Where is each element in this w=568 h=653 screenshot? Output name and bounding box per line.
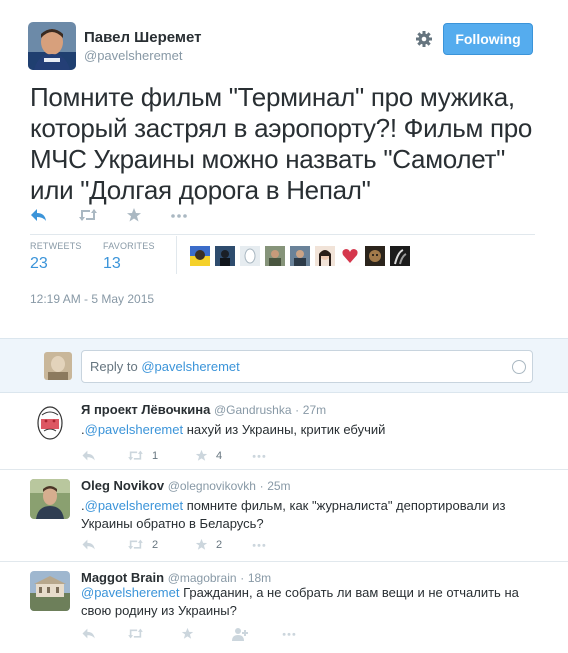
reply-retweet-count: 1: [152, 449, 159, 462]
favorite-icon[interactable]: [126, 207, 142, 225]
tweet-text: Помните фильм "Терминал" про мужика, кот…: [30, 82, 533, 205]
reply-author-handle[interactable]: @magobrain: [168, 571, 237, 585]
following-button[interactable]: Following: [443, 23, 533, 55]
reply-favorite-count: 2: [216, 538, 223, 551]
reply-icon[interactable]: [30, 207, 48, 225]
author-name[interactable]: Павел Шеремет: [84, 29, 202, 46]
reply-composer: Reply to @pavelsheremet: [0, 338, 568, 393]
reply-tweet[interactable]: Я проект Лёвочкина @Gandrushka · 27m .@p…: [0, 394, 568, 470]
favoriter-avatar[interactable]: [290, 246, 310, 266]
author-handle[interactable]: @pavelsheremet: [84, 48, 182, 63]
reply-icon[interactable]: [81, 449, 97, 462]
reply-icon[interactable]: [81, 538, 97, 551]
author-avatar[interactable]: [28, 22, 76, 70]
reply-author[interactable]: Maggot Brain @magobrain · 18m: [81, 570, 271, 585]
reply-author-name[interactable]: Maggot Brain: [81, 570, 164, 585]
more-icon[interactable]: [281, 627, 297, 640]
favorite-icon[interactable]: 4: [195, 449, 222, 462]
retweet-icon[interactable]: 2: [127, 538, 158, 551]
reply-body: нахуй из Украины, критик ебучий: [183, 422, 386, 437]
favoriter-avatar[interactable]: [215, 246, 235, 266]
reply-author-handle[interactable]: @Gandrushka: [214, 403, 292, 417]
reply-time[interactable]: 18m: [248, 571, 271, 585]
reply-tweet[interactable]: Oleg Novikov @olegnovikovkh · 25m .@pave…: [0, 470, 568, 562]
reply-actions: 2 2: [81, 538, 381, 552]
reply-input[interactable]: Reply to @pavelsheremet: [81, 350, 533, 383]
favoriter-avatar[interactable]: [390, 246, 410, 266]
reply-placeholder-prefix: Reply to: [90, 359, 142, 374]
favorite-icon[interactable]: 2: [195, 538, 222, 551]
current-user-avatar: [44, 352, 72, 380]
reply-separator: ·: [295, 403, 300, 417]
retweet-icon[interactable]: [127, 627, 144, 640]
tweet-actions: [30, 207, 230, 227]
gear-icon[interactable]: [414, 29, 434, 49]
favoriter-avatar[interactable]: [190, 246, 210, 266]
tweet-timestamp[interactable]: 12:19 AM - 5 May 2015: [30, 292, 154, 306]
favorites-label: FAVORITES: [103, 241, 155, 251]
favoriter-avatar[interactable]: [365, 246, 385, 266]
favorites-stat[interactable]: FAVORITES 13: [103, 241, 155, 273]
follow-user-icon[interactable]: [231, 627, 249, 641]
reply-separator: ·: [240, 571, 245, 585]
emoji-icon[interactable]: [512, 360, 526, 374]
retweet-icon[interactable]: 1: [127, 449, 158, 462]
reply-actions: 1 4: [81, 449, 381, 463]
reply-author[interactable]: Я проект Лёвочкина @Gandrushka · 27m: [81, 402, 326, 417]
favoriter-avatar[interactable]: [315, 246, 335, 266]
retweets-stat[interactable]: RETWEETS 23: [30, 241, 82, 273]
favoriter-avatar[interactable]: [265, 246, 285, 266]
retweets-count[interactable]: 23: [30, 255, 82, 273]
reply-mention[interactable]: @pavelsheremet: [85, 422, 183, 437]
reply-mention[interactable]: @pavelsheremet: [85, 498, 183, 513]
reply-text: @pavelsheremet Гражданин, а не собрать л…: [81, 584, 521, 620]
more-icon[interactable]: [251, 449, 267, 462]
retweet-icon[interactable]: [78, 207, 98, 225]
reply-author-name[interactable]: Я проект Лёвочкина: [81, 402, 210, 417]
reply-author-name[interactable]: Oleg Novikov: [81, 478, 164, 493]
reply-retweet-count: 2: [152, 538, 159, 551]
reply-icon[interactable]: [81, 627, 97, 640]
reply-text: .@pavelsheremet помните фильм, как "журн…: [81, 497, 521, 533]
reply-time[interactable]: 25m: [267, 479, 290, 493]
reply-avatar[interactable]: [30, 479, 70, 519]
reply-text: .@pavelsheremet нахуй из Украины, критик…: [81, 421, 521, 439]
main-tweet: Павел Шеремет @pavelsheremet Following П…: [0, 0, 568, 338]
retweets-label: RETWEETS: [30, 241, 82, 251]
divider: [30, 234, 535, 235]
more-icon[interactable]: [251, 538, 267, 551]
reply-placeholder-handle: @pavelsheremet: [141, 359, 240, 374]
reply-avatar[interactable]: [30, 403, 70, 443]
more-icon[interactable]: [170, 207, 188, 225]
reply-author-handle[interactable]: @olegnovikovkh: [168, 479, 256, 493]
reply-separator: ·: [259, 479, 264, 493]
stat-separator: [176, 236, 177, 274]
reply-avatar[interactable]: [30, 571, 70, 611]
reply-tweet[interactable]: Maggot Brain @magobrain · 18m @pavelsher…: [0, 562, 568, 653]
reply-actions: [81, 627, 381, 641]
favoriter-avatar[interactable]: [340, 246, 360, 266]
favorite-icon[interactable]: [181, 627, 194, 640]
reply-time[interactable]: 27m: [303, 403, 326, 417]
reply-mention[interactable]: @pavelsheremet: [81, 585, 179, 600]
favorites-count[interactable]: 13: [103, 255, 155, 273]
favoriter-avatar[interactable]: [240, 246, 260, 266]
reply-favorite-count: 4: [216, 449, 223, 462]
reply-author[interactable]: Oleg Novikov @olegnovikovkh · 25m: [81, 478, 291, 493]
